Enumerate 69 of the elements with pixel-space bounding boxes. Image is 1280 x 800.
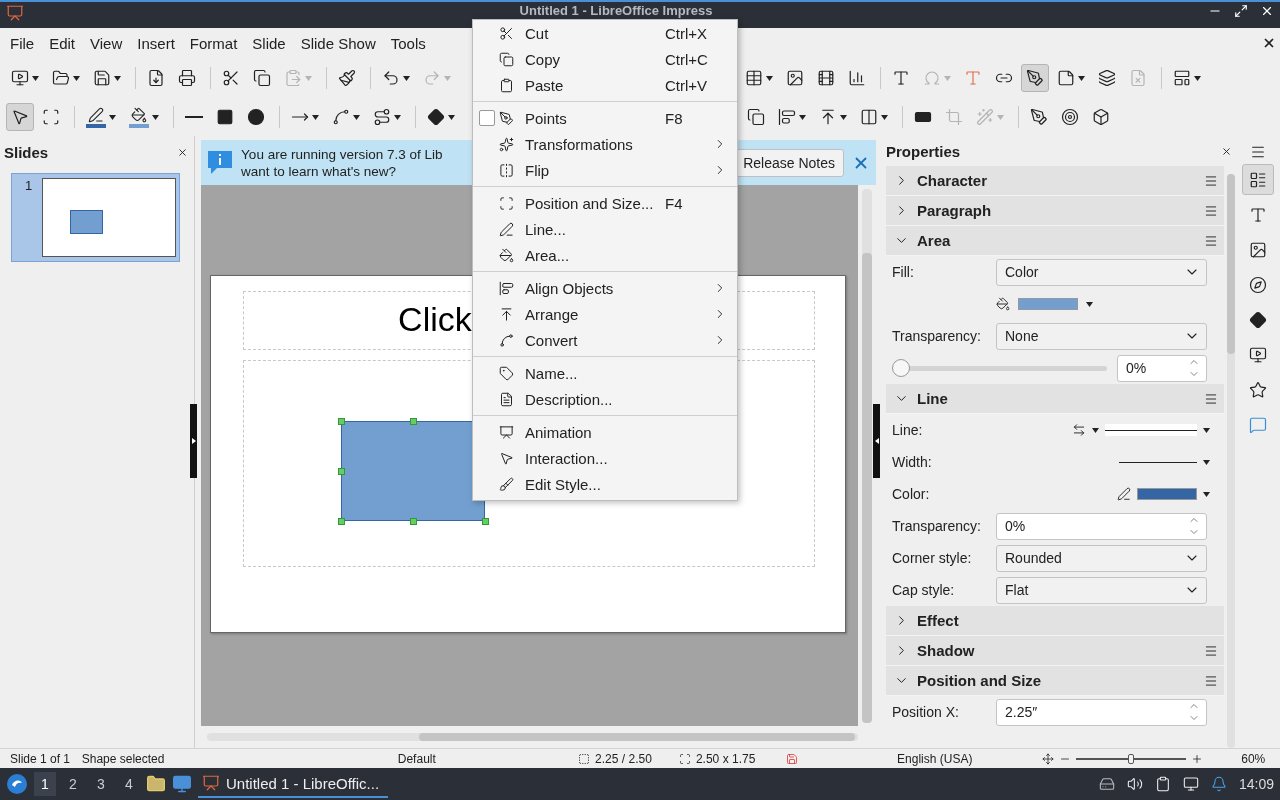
- language[interactable]: English (USA): [897, 751, 973, 766]
- window-title: Untitled 1 - LibreOffice Impress: [518, 4, 714, 18]
- field-label: Width:: [892, 454, 933, 470]
- dropdown[interactable]: Flat: [996, 576, 1207, 604]
- menu-item[interactable]: View: [84, 34, 129, 52]
- menu-item[interactable]: Points F8: [473, 105, 737, 131]
- slide-number: 1: [25, 178, 33, 195]
- selection-status: Shape selected: [81, 751, 165, 766]
- field-label: Transparency:: [892, 518, 982, 534]
- workspace-button[interactable]: 2: [62, 772, 84, 796]
- section-header[interactable]: Line: [886, 384, 1224, 414]
- dropdown[interactable]: Color: [996, 258, 1207, 286]
- spin-field[interactable]: 0%: [1117, 354, 1207, 382]
- section-header[interactable]: Area: [886, 226, 1224, 256]
- menu-item[interactable]: Slide Show: [294, 34, 382, 52]
- dropdown[interactable]: Rounded: [996, 544, 1207, 572]
- menu-item[interactable]: Name...: [473, 360, 737, 386]
- workspace-button[interactable]: 4: [118, 772, 140, 796]
- menu-item[interactable]: File: [4, 34, 41, 52]
- zoom-percent[interactable]: 60%: [1241, 751, 1266, 766]
- menu-item[interactable]: Paste Ctrl+V: [473, 72, 737, 98]
- field-label: Cap style:: [892, 582, 956, 598]
- slide-count: Slide 1 of 1: [10, 751, 71, 766]
- section-header[interactable]: Character: [886, 166, 1224, 196]
- menu-item[interactable]: Position and Size... F4: [473, 190, 737, 216]
- menu-item[interactable]: Insert: [131, 34, 181, 52]
- menu-item[interactable]: Edit Style...: [473, 471, 737, 497]
- sidebar-title: Properties: [886, 142, 961, 160]
- field-label: Corner style:: [892, 550, 973, 566]
- size-readout: 2.50 x 1.75: [695, 751, 756, 766]
- menu-item[interactable]: Flip: [473, 157, 737, 183]
- menu-item[interactable]: Cut Ctrl+X: [473, 20, 737, 46]
- menu-item[interactable]: Animation: [473, 419, 737, 445]
- field-label: Position X:: [892, 704, 960, 720]
- field-label: Fill:: [892, 264, 915, 280]
- menu-item[interactable]: Edit: [43, 34, 82, 52]
- info-message-line: want to learn what's new?: [241, 162, 397, 180]
- info-message-line: You are running version 7.3 of Lib: [241, 145, 443, 163]
- dropdown[interactable]: None: [996, 322, 1207, 350]
- menu-item[interactable]: Description...: [473, 386, 737, 412]
- title-text: Click: [398, 300, 472, 339]
- menu-item[interactable]: Convert: [473, 327, 737, 353]
- spin-field[interactable]: 2.25″: [996, 698, 1207, 726]
- field-label: Color:: [892, 486, 931, 502]
- menu-item[interactable]: Tools: [384, 34, 432, 52]
- section-header[interactable]: Paragraph: [886, 196, 1224, 226]
- field-label: Transparency:: [892, 328, 982, 344]
- slide-thumbnail[interactable]: 1: [11, 173, 181, 262]
- menu-item[interactable]: Format: [183, 34, 244, 52]
- position-readout: 2.25 / 2.50: [595, 751, 652, 766]
- field-label: Line:: [892, 422, 924, 438]
- panel-title: Slides: [4, 143, 49, 161]
- menu-item[interactable]: Slide: [246, 34, 292, 52]
- spin-field[interactable]: 0%: [996, 512, 1207, 540]
- section-header[interactable]: Shadow: [886, 636, 1224, 666]
- menu-item[interactable]: Align Objects: [473, 275, 737, 301]
- taskbar-task[interactable]: Untitled 1 - LibreOffic...: [198, 770, 388, 798]
- menu-item[interactable]: Copy Ctrl+C: [473, 46, 737, 72]
- section-header[interactable]: Effect: [886, 606, 1224, 636]
- section-header[interactable]: Position and Size: [886, 666, 1224, 696]
- menu-item[interactable]: Line...: [473, 216, 737, 242]
- clock: 14:09: [1238, 776, 1274, 792]
- menu-item[interactable]: Transformations: [473, 131, 737, 157]
- menu-item[interactable]: Area...: [473, 242, 737, 268]
- workspace-button[interactable]: 3: [90, 772, 112, 796]
- layout-name: Default: [397, 751, 436, 766]
- menu-item[interactable]: Arrange: [473, 301, 737, 327]
- workspace-button[interactable]: 1: [34, 772, 56, 796]
- menu-item[interactable]: Interaction...: [473, 445, 737, 471]
